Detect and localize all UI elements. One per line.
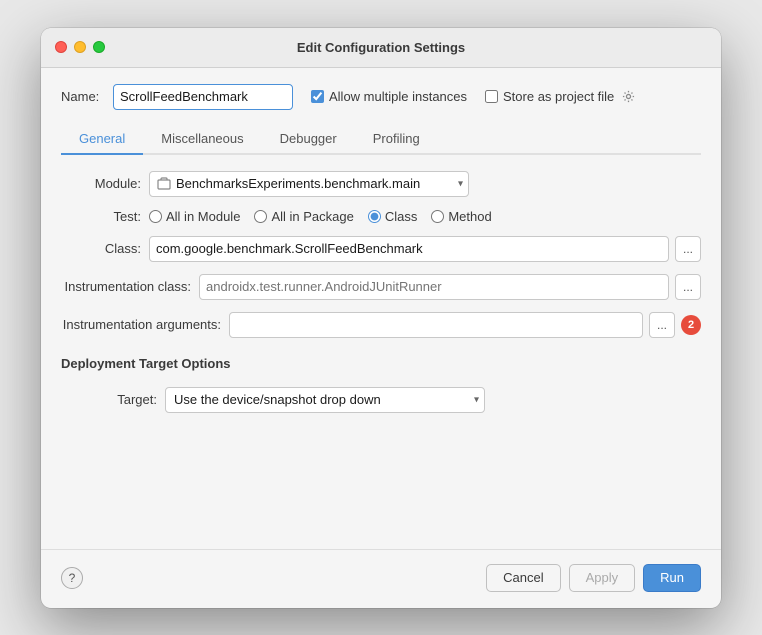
footer-buttons: Cancel Apply Run: [486, 564, 701, 592]
class-ellipsis-button[interactable]: ...: [675, 236, 701, 262]
radio-all-in-package-label: All in Package: [271, 209, 353, 224]
target-label: Target:: [77, 392, 157, 407]
module-label: Module:: [61, 176, 141, 191]
instrumentation-class-input-row: ...: [199, 274, 701, 300]
radio-all-in-module[interactable]: All in Module: [149, 209, 240, 224]
traffic-lights: [55, 41, 105, 53]
apply-button[interactable]: Apply: [569, 564, 636, 592]
radio-method-input[interactable]: [431, 210, 444, 223]
help-button[interactable]: ?: [61, 567, 83, 589]
tab-general[interactable]: General: [61, 124, 143, 155]
cancel-button[interactable]: Cancel: [486, 564, 560, 592]
instrumentation-args-input-row: ... 2: [229, 312, 701, 338]
options-group: Allow multiple instances Store as projec…: [311, 89, 636, 104]
allow-multiple-checkbox[interactable]: [311, 90, 324, 103]
target-row: Target: Use the device/snapshot drop dow…: [77, 387, 701, 413]
allow-multiple-text: Allow multiple instances: [329, 89, 467, 104]
store-as-project-text: Store as project file: [503, 89, 614, 104]
instrumentation-args-ellipsis-button[interactable]: ...: [649, 312, 675, 338]
test-label: Test:: [61, 209, 141, 224]
module-select-wrapper: BenchmarksExperiments.benchmark.main ▾: [149, 171, 469, 197]
name-input[interactable]: [113, 84, 293, 110]
store-as-project-checkbox[interactable]: [485, 90, 498, 103]
footer: ? Cancel Apply Run: [41, 549, 721, 608]
allow-multiple-label[interactable]: Allow multiple instances: [311, 89, 467, 104]
tab-profiling[interactable]: Profiling: [355, 124, 438, 155]
store-as-project-label[interactable]: Store as project file: [485, 89, 636, 104]
class-label: Class:: [61, 241, 141, 256]
form-section: Module: BenchmarksExperiments.benchmark.…: [61, 171, 701, 533]
tab-miscellaneous[interactable]: Miscellaneous: [143, 124, 261, 155]
target-select-wrapper: Use the device/snapshot drop down ▾: [165, 387, 485, 413]
class-row: Class: ...: [61, 236, 701, 262]
instrumentation-class-row: Instrumentation class: ...: [61, 274, 701, 300]
radio-method[interactable]: Method: [431, 209, 491, 224]
instrumentation-class-label: Instrumentation class:: [61, 279, 191, 294]
test-radio-group: All in Module All in Package Class Metho…: [149, 209, 492, 224]
radio-all-in-package[interactable]: All in Package: [254, 209, 353, 224]
maximize-button[interactable]: [93, 41, 105, 53]
name-label: Name:: [61, 89, 103, 104]
instrumentation-args-label: Instrumentation arguments:: [61, 317, 221, 332]
instrumentation-args-input[interactable]: [229, 312, 643, 338]
instrumentation-args-badge: 2: [681, 315, 701, 335]
dialog-window: Edit Configuration Settings Name: Allow …: [41, 28, 721, 608]
run-button[interactable]: Run: [643, 564, 701, 592]
instrumentation-class-ellipsis-button[interactable]: ...: [675, 274, 701, 300]
radio-all-in-module-input[interactable]: [149, 210, 162, 223]
radio-all-in-package-input[interactable]: [254, 210, 267, 223]
class-input[interactable]: [149, 236, 669, 262]
content-area: Name: Allow multiple instances Store as …: [41, 68, 721, 549]
test-row: Test: All in Module All in Package Class: [61, 209, 701, 224]
deployment-section-header: Deployment Target Options: [61, 356, 701, 371]
tabs-bar: General Miscellaneous Debugger Profiling: [61, 124, 701, 155]
radio-class-input[interactable]: [368, 210, 381, 223]
titlebar: Edit Configuration Settings: [41, 28, 721, 68]
radio-class[interactable]: Class: [368, 209, 418, 224]
instrumentation-args-row: Instrumentation arguments: ... 2: [61, 312, 701, 338]
module-select[interactable]: BenchmarksExperiments.benchmark.main: [149, 171, 469, 197]
gear-icon: [622, 90, 636, 104]
module-row: Module: BenchmarksExperiments.benchmark.…: [61, 171, 701, 197]
tab-debugger[interactable]: Debugger: [262, 124, 355, 155]
window-title: Edit Configuration Settings: [297, 40, 465, 55]
target-select[interactable]: Use the device/snapshot drop down: [165, 387, 485, 413]
close-button[interactable]: [55, 41, 67, 53]
instrumentation-class-input[interactable]: [199, 274, 669, 300]
name-row: Name: Allow multiple instances Store as …: [61, 84, 701, 110]
class-input-row: ...: [149, 236, 701, 262]
radio-class-label: Class: [385, 209, 418, 224]
radio-method-label: Method: [448, 209, 491, 224]
radio-all-in-module-label: All in Module: [166, 209, 240, 224]
minimize-button[interactable]: [74, 41, 86, 53]
